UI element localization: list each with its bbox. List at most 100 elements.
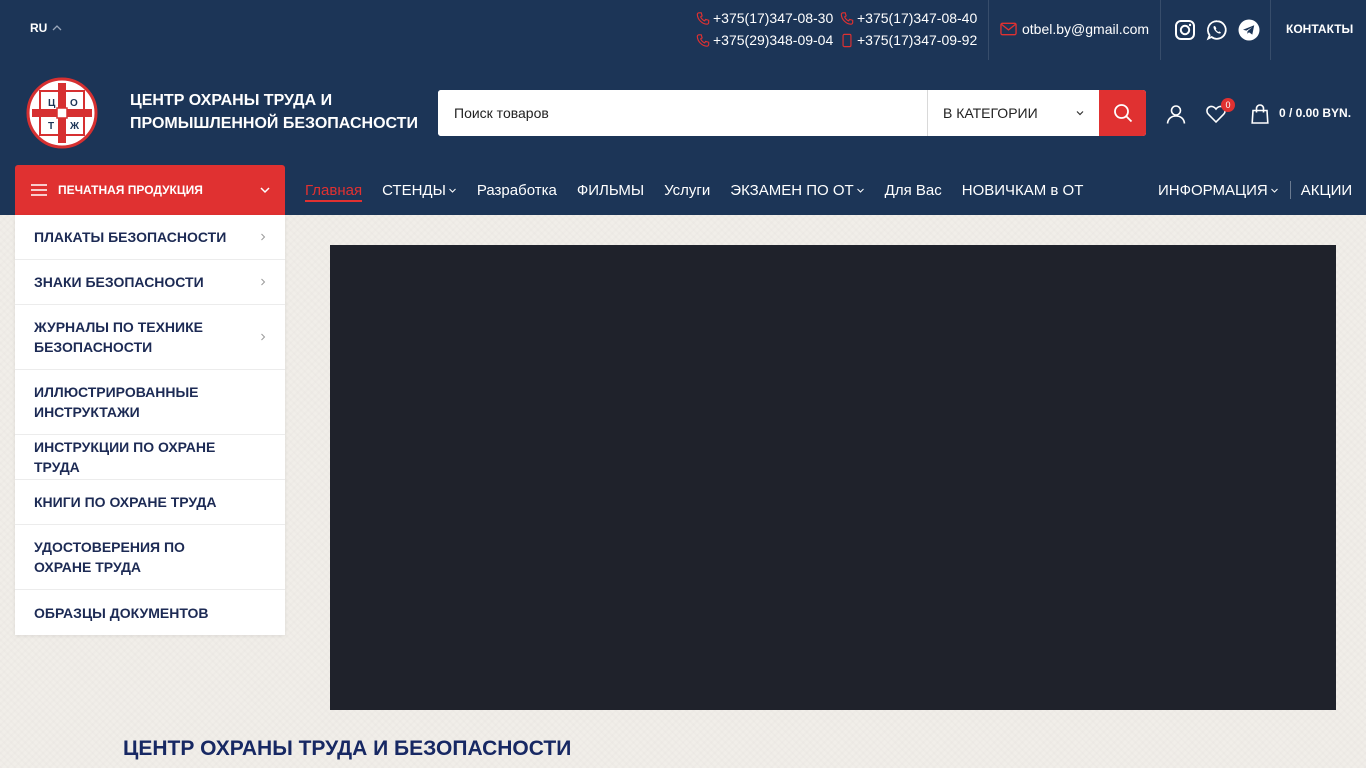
phone-number: +375(17)347-09-92 bbox=[857, 32, 978, 48]
chevron-down-icon bbox=[856, 188, 864, 193]
category-item-label: ЗНАКИ БЕЗОПАСНОСТИ bbox=[34, 274, 204, 290]
category-item-document-samples[interactable]: ОБРАЗЦЫ ДОКУМЕНТОВ bbox=[15, 590, 285, 635]
nav-item-information[interactable]: ИНФОРМАЦИЯ bbox=[1158, 165, 1279, 215]
divider bbox=[988, 0, 989, 60]
nav-item-services[interactable]: Услуги bbox=[664, 165, 710, 215]
site-header: Ц О Т Ж ЦЕНТР ОХРАНЫ ТРУДА И ПРОМЫШЛЕННО… bbox=[0, 60, 1366, 165]
nav-item-films[interactable]: ФИЛЬМЫ bbox=[577, 165, 644, 215]
nav-item-for-you[interactable]: Для Вас bbox=[885, 165, 942, 215]
category-item-books[interactable]: КНИГИ ПО ОХРАНЕ ТРУДА bbox=[15, 480, 285, 525]
wishlist-count-badge: 0 bbox=[1221, 98, 1235, 112]
category-item-posters[interactable]: ПЛАКАТЫ БЕЗОПАСНОСТИ bbox=[15, 215, 285, 260]
phone-number: +375(17)347-08-40 bbox=[857, 10, 978, 26]
mail-icon bbox=[1000, 22, 1017, 36]
nav-item-development[interactable]: Разработка bbox=[477, 165, 557, 215]
phone-list: +375(17)347-08-30 +375(17)347-08-40 +375… bbox=[696, 9, 986, 49]
nav-item-label: Разработка bbox=[476, 181, 557, 199]
chevron-down-icon bbox=[1076, 111, 1084, 116]
category-select-label: В КАТЕГОРИИ bbox=[943, 105, 1038, 121]
main-navigation: ПЕЧАТНАЯ ПРОДУКЦИЯ Главная СТЕНДЫ Разраб… bbox=[0, 165, 1366, 215]
nav-item-newcomers[interactable]: НОВИЧКАМ в ОТ bbox=[962, 165, 1084, 215]
logo-letter: Ж bbox=[69, 121, 80, 132]
category-menu-label: ПЕЧАТНАЯ ПРОДУКЦИЯ bbox=[58, 183, 203, 197]
phone-link[interactable]: +375(17)347-08-30 bbox=[696, 9, 840, 27]
nav-item-label: Для Вас bbox=[884, 181, 942, 199]
nav-item-label: АКЦИИ bbox=[1300, 181, 1353, 199]
top-bar: RU +375(17)347-08-30 +375(17)347-08-40 +… bbox=[0, 0, 1366, 60]
whatsapp-icon[interactable] bbox=[1206, 19, 1228, 41]
phone-icon bbox=[696, 11, 710, 25]
nav-item-label: НОВИЧКАМ в ОТ bbox=[961, 181, 1084, 199]
logo-letter: О bbox=[70, 98, 78, 109]
category-item-label: УДОСТОВЕРЕНИЯ ПО ОХРАНЕ ТРУДА bbox=[34, 539, 185, 575]
section-title: ЦЕНТР ОХРАНЫ ТРУДА И БЕЗОПАСНОСТИ bbox=[123, 737, 572, 760]
chevron-up-icon bbox=[52, 25, 62, 31]
chevron-down-icon bbox=[1270, 188, 1278, 193]
category-item-label: КНИГИ ПО ОХРАНЕ ТРУДА bbox=[34, 494, 217, 510]
social-links bbox=[1174, 19, 1260, 41]
nav-item-label: Главная bbox=[305, 181, 363, 199]
category-menu-toggle[interactable]: ПЕЧАТНАЯ ПРОДУКЦИЯ bbox=[15, 165, 285, 215]
instagram-icon[interactable] bbox=[1174, 19, 1196, 41]
divider bbox=[1289, 181, 1291, 199]
category-item-label: ЖУРНАЛЫ ПО ТЕХНИКЕ БЕЗОПАСНОСТИ bbox=[34, 319, 203, 355]
chevron-down-icon bbox=[260, 187, 270, 194]
category-item-instructions[interactable]: ИНСТРУКЦИИ ПО ОХРАНЕ ТРУДА bbox=[15, 435, 285, 480]
telegram-icon[interactable] bbox=[1238, 19, 1260, 41]
contacts-link[interactable]: КОНТАКТЫ bbox=[1286, 22, 1353, 36]
nav-item-label: СТЕНДЫ bbox=[382, 181, 446, 199]
search-input[interactable] bbox=[438, 90, 928, 136]
mobile-phone-icon bbox=[842, 33, 852, 47]
divider bbox=[1270, 0, 1271, 60]
category-item-journals[interactable]: ЖУРНАЛЫ ПО ТЕХНИКЕ БЕЗОПАСНОСТИ bbox=[15, 305, 285, 370]
primary-menu: Главная СТЕНДЫ Разработка ФИЛЬМЫ Услуги … bbox=[305, 165, 1103, 215]
nav-item-stands[interactable]: СТЕНДЫ bbox=[382, 165, 457, 215]
category-select[interactable]: В КАТЕГОРИИ bbox=[928, 90, 1099, 136]
logo-letter: Т bbox=[48, 121, 54, 132]
nav-item-promotions[interactable]: АКЦИИ bbox=[1301, 165, 1352, 215]
site-logo[interactable]: Ц О Т Ж bbox=[26, 77, 98, 149]
search-icon bbox=[1113, 104, 1132, 123]
category-dropdown-list: ПЛАКАТЫ БЕЗОПАСНОСТИ ЗНАКИ БЕЗОПАСНОСТИ … bbox=[15, 215, 285, 635]
phone-number: +375(29)348-09-04 bbox=[713, 32, 834, 48]
chevron-right-icon bbox=[261, 233, 266, 241]
nav-item-home[interactable]: Главная bbox=[305, 165, 363, 215]
chevron-down-icon bbox=[449, 188, 456, 193]
language-switcher[interactable]: RU bbox=[30, 21, 63, 35]
category-item-label: ОБРАЗЦЫ ДОКУМЕНТОВ bbox=[34, 604, 209, 621]
phone-link[interactable]: +375(17)347-09-92 bbox=[840, 31, 984, 49]
site-title[interactable]: ЦЕНТР ОХРАНЫ ТРУДА И ПРОМЫШЛЕННОЙ БЕЗОПА… bbox=[130, 89, 430, 135]
category-item-label: ПЛАКАТЫ БЕЗОПАСНОСТИ bbox=[34, 229, 227, 245]
language-label: RU bbox=[30, 21, 48, 35]
category-item-illustrated-briefings[interactable]: ИЛЛЮСТРИРОВАННЫЕ ИНСТРУКТАЖИ bbox=[15, 370, 285, 435]
category-item-certificates[interactable]: УДОСТОВЕРЕНИЯ ПО ОХРАНЕ ТРУДА bbox=[15, 525, 285, 590]
shopping-bag-icon[interactable] bbox=[1250, 104, 1270, 124]
search-button[interactable] bbox=[1099, 90, 1146, 136]
hamburger-menu-icon bbox=[31, 184, 47, 196]
divider bbox=[1160, 0, 1161, 60]
secondary-menu: ИНФОРМАЦИЯ АКЦИИ bbox=[1158, 165, 1352, 215]
nav-item-label: ФИЛЬМЫ bbox=[576, 181, 645, 199]
video-banner[interactable] bbox=[330, 245, 1336, 710]
chevron-right-icon bbox=[261, 333, 266, 341]
phone-number: +375(17)347-08-30 bbox=[713, 10, 834, 26]
nav-item-exam[interactable]: ЭКЗАМЕН ПО ОТ bbox=[730, 165, 864, 215]
phone-icon bbox=[840, 11, 854, 25]
email-address: otbel.by@gmail.com bbox=[1022, 21, 1150, 37]
nav-item-label: ЭКЗАМЕН ПО ОТ bbox=[730, 181, 854, 199]
phone-link[interactable]: +375(29)348-09-04 bbox=[696, 31, 840, 49]
nav-item-label: ИНФОРМАЦИЯ bbox=[1158, 181, 1268, 199]
category-item-signs[interactable]: ЗНАКИ БЕЗОПАСНОСТИ bbox=[15, 260, 285, 305]
email-link[interactable]: otbel.by@gmail.com bbox=[1000, 21, 1149, 37]
logo-emblem: Ц О Т Ж bbox=[26, 77, 98, 149]
category-item-label: ИНСТРУКЦИИ ПО ОХРАНЕ ТРУДА bbox=[34, 439, 216, 475]
user-account-icon[interactable] bbox=[1166, 104, 1186, 124]
logo-letter: Ц bbox=[48, 98, 56, 109]
phone-icon bbox=[696, 33, 710, 47]
nav-item-label: Услуги bbox=[664, 181, 711, 199]
chevron-right-icon bbox=[261, 278, 266, 286]
phone-link[interactable]: +375(17)347-08-40 bbox=[840, 9, 984, 27]
search-form: В КАТЕГОРИИ bbox=[438, 90, 1146, 136]
cart-total[interactable]: 0 / 0.00 BYN. bbox=[1279, 106, 1351, 120]
category-item-label: ИЛЛЮСТРИРОВАННЫЕ ИНСТРУКТАЖИ bbox=[34, 384, 199, 420]
